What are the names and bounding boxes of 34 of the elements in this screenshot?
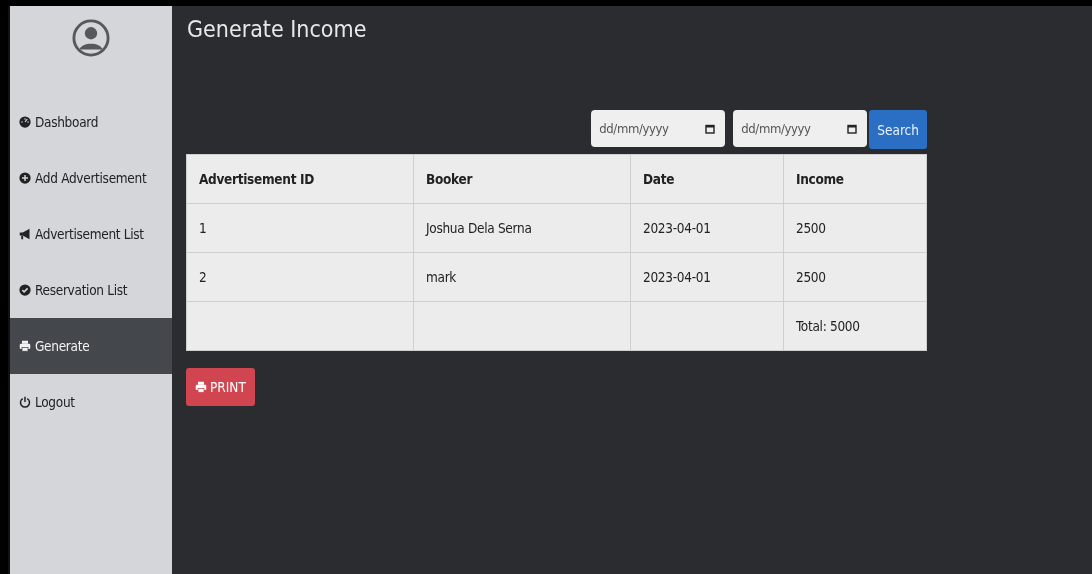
column-header: Booker — [413, 154, 631, 204]
table-cell: mark — [426, 269, 457, 285]
search-button[interactable]: Search — [869, 110, 927, 149]
gauge-icon — [19, 116, 31, 128]
table-cell: 2500 — [796, 220, 826, 236]
column-header: Income — [783, 154, 927, 204]
table-cell: 2500 — [796, 269, 826, 285]
date-field[interactable]: dd/mm/yyyy — [591, 110, 726, 147]
table-cell: 2 — [199, 269, 207, 285]
sidebar-item[interactable]: Generate — [10, 318, 172, 374]
table-cell: 2023-04-01 — [643, 220, 711, 236]
date-field[interactable]: dd/mm/yyyy — [733, 110, 868, 147]
sidebar-item[interactable]: Dashboard — [10, 94, 172, 150]
sidebar-item[interactable]: Logout — [10, 374, 172, 430]
printer-icon — [195, 381, 207, 393]
print-button[interactable]: PRINT — [186, 368, 255, 406]
power-icon — [19, 396, 31, 408]
sidebar-item[interactable]: Advertisement List — [10, 206, 172, 262]
table-cell: Joshua Dela Serna — [426, 220, 532, 236]
table-cell: 2023-04-01 — [643, 269, 711, 285]
sidebar-item[interactable]: Reservation List — [10, 262, 172, 318]
sidebar-item[interactable]: Add Advertisement — [10, 150, 172, 206]
table-cell: 1 — [199, 220, 207, 236]
page-title: Generate Income — [186, 15, 368, 44]
plus-circle-icon — [19, 172, 31, 184]
megaphone-icon — [19, 228, 31, 240]
table-cell: Total: 5000 — [796, 318, 860, 334]
user-avatar-icon — [72, 19, 110, 57]
calendar-icon — [705, 123, 716, 134]
check-circle-icon — [19, 284, 31, 296]
printer-icon — [19, 340, 31, 352]
calendar-icon — [847, 123, 858, 134]
column-header: Date — [630, 154, 784, 204]
column-header: Advertisement ID — [186, 154, 414, 204]
